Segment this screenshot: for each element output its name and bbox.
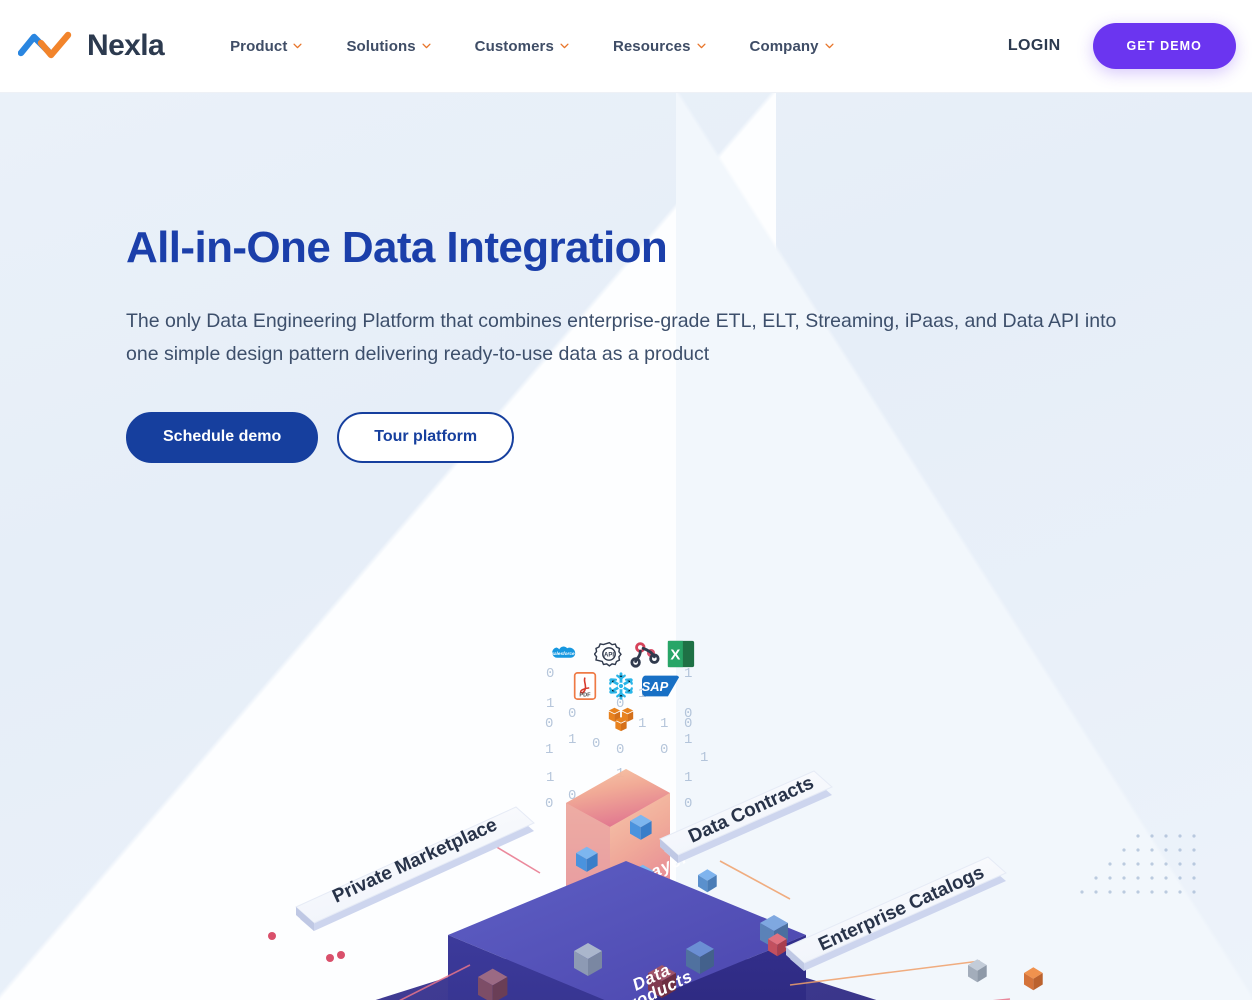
excel-logo-icon: X [666,639,696,669]
nav-label: Company [749,37,819,55]
logo[interactable]: Nexla [18,29,165,63]
nav-label: Solutions [346,37,416,55]
card-label: Enterprise Catalogs [815,862,987,956]
svg-text:1: 1 [684,770,692,786]
snowflake-logo-icon [606,671,636,701]
svg-text:X: X [670,647,680,664]
svg-text:0: 0 [616,742,624,758]
nav-label: Resources [612,37,691,55]
pdf-file-icon: PDF [570,671,600,701]
webhook-icon [630,639,660,669]
svg-text:0: 0 [660,742,668,758]
nav-label: Product [230,37,288,55]
svg-text:1: 1 [660,716,668,732]
chevron-down-icon [825,43,834,49]
get-demo-button[interactable]: GET DEMO [1092,23,1236,69]
svg-text:0: 0 [592,736,600,752]
svg-text:1: 1 [700,750,708,766]
salesforce-logo-icon: salesforce [548,639,578,669]
nav-item-resources[interactable]: Resources [591,30,728,63]
svg-text:0: 0 [545,796,553,812]
nav-item-product[interactable]: Product [208,30,324,63]
isometric-diagram-svg: 01 101 000 110 100 011 111 00 01 [268,649,1043,1000]
chevron-down-icon [422,43,431,49]
header-actions: LOGIN GET DEMO [1008,23,1236,69]
api-gear-icon: API [594,639,624,669]
svg-text:1: 1 [638,716,646,732]
schedule-demo-button[interactable]: Schedule demo [126,411,319,463]
card-enterprise-catalogs[interactable]: Enterprise Catalogs [785,856,1007,971]
svg-text:0: 0 [545,716,553,732]
svg-text:0: 0 [684,796,692,812]
svg-text:PDF: PDF [579,692,591,698]
sap-logo-icon: SAP [642,675,680,697]
page-title: All-in-One Data Integration [126,223,668,272]
svg-text:1: 1 [546,770,554,786]
card-label: Private Marketplace [329,814,500,907]
chevron-down-icon [560,43,569,49]
tour-platform-button[interactable]: Tour platform [337,411,515,463]
nav-item-customers[interactable]: Customers [453,30,591,63]
hero-section: All-in-One Data Integration The only Dat… [0,93,1252,1000]
svg-text:1: 1 [545,742,553,758]
hero-illustration: 01 101 000 110 100 011 111 00 01 [0,531,1252,1000]
nav-item-company[interactable]: Company [728,30,856,63]
hero-cta-group: Schedule demo Tour platform [126,411,1252,463]
svg-text:SAP: SAP [642,679,669,694]
hero-content: All-in-One Data Integration The only Dat… [0,224,1252,463]
svg-text:salesforce: salesforce [551,651,575,656]
main-nav: Product Solutions Customers Resources Co [208,30,856,63]
svg-text:1: 1 [568,732,576,748]
data-products-platform: Data Products [375,861,877,1000]
nav-item-solutions[interactable]: Solutions [324,30,452,63]
svg-text:0: 0 [568,706,576,722]
svg-text:1: 1 [546,696,554,712]
nexla-wave-logo-icon [18,31,72,59]
chevron-down-icon [293,43,303,49]
chevron-down-icon [696,43,706,49]
svg-text:API: API [604,652,614,658]
hero-subtitle: The only Data Engineering Platform that … [126,309,1117,366]
svg-text:0: 0 [684,716,692,732]
aws-s3-logo-icon [606,703,636,733]
card-private-marketplace[interactable]: Private Marketplace [295,806,535,931]
login-link[interactable]: LOGIN [1008,37,1061,55]
logo-wordmark: Nexla [87,29,165,62]
nav-label: Customers [474,37,554,55]
site-header: Nexla Product Solutions Customers Resour… [0,0,1252,93]
svg-text:1: 1 [684,732,692,748]
